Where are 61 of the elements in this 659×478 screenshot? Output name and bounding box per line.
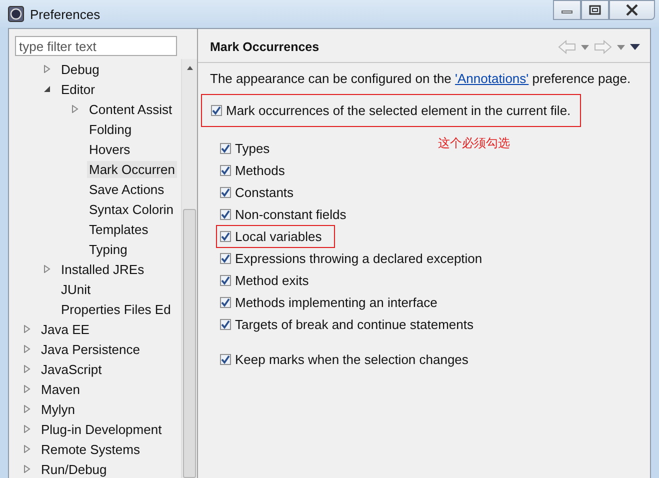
scrollbar[interactable] [181, 59, 197, 478]
dropdown-icon[interactable] [617, 44, 625, 50]
tree-item[interactable]: JavaScript [39, 360, 104, 378]
minimize-button[interactable] [553, 0, 581, 20]
checkbox-label[interactable]: Non-constant fields [235, 206, 346, 222]
checkbox[interactable] [220, 142, 231, 154]
description-text: The appearance can be configured on the 'Annotations' preference page. [210, 71, 632, 86]
maximize-icon [589, 5, 601, 15]
tree-item[interactable]: Typing [87, 240, 130, 258]
up-arrow-icon[interactable] [186, 65, 194, 71]
close-icon [625, 4, 639, 16]
checkbox[interactable] [220, 296, 231, 308]
filter-field[interactable]: type filter text [15, 36, 177, 56]
annotation-text: 这个必须勾选 [438, 135, 510, 152]
close-button[interactable] [609, 0, 655, 20]
tree-item[interactable]: Java Persistence [39, 340, 142, 358]
checkbox[interactable] [220, 274, 231, 286]
tree-item[interactable]: Installed JREs [59, 260, 146, 278]
checkbox-label[interactable]: Expressions throwing a declared exception [235, 250, 482, 266]
checkbox[interactable] [220, 318, 231, 330]
tree-item[interactable]: Remote Systems [39, 440, 142, 458]
checkbox-label[interactable]: Types [235, 140, 270, 156]
tree-item[interactable]: Plug-in Development [39, 420, 164, 438]
annotations-link[interactable]: 'Annotations' [455, 71, 529, 86]
checkbox[interactable] [220, 252, 231, 264]
tree-item[interactable]: JUnit [59, 280, 93, 298]
tree-item[interactable]: Editor [59, 80, 97, 98]
tree-item[interactable]: Templates [87, 220, 150, 238]
tree-item[interactable]: Mylyn [39, 400, 77, 418]
menu-icon[interactable] [630, 44, 640, 50]
tree-item[interactable]: Hovers [87, 140, 132, 158]
checkbox-label[interactable]: Methods [235, 162, 285, 178]
tree-item[interactable]: Save Actions [87, 180, 166, 198]
tree-item[interactable]: Syntax Colorin [87, 200, 176, 218]
tree-item[interactable]: Debug [59, 60, 102, 78]
checkbox[interactable] [220, 208, 231, 220]
app-icon [8, 6, 24, 22]
scrollbar-thumb[interactable] [183, 209, 196, 478]
maximize-button[interactable] [581, 0, 609, 20]
tree-item[interactable]: Content Assist [87, 100, 174, 118]
checkbox-label[interactable]: Constants [235, 184, 294, 200]
checkbox-label[interactable]: Local variables [235, 228, 322, 244]
tree-item[interactable]: Folding [87, 120, 134, 138]
checkbox[interactable] [220, 164, 231, 176]
tree-item[interactable]: Maven [39, 380, 82, 398]
checkbox[interactable] [220, 354, 231, 364]
checkbox-label[interactable]: Targets of break and continue statements [235, 316, 474, 332]
checkbox[interactable] [220, 186, 231, 198]
checkbox[interactable] [211, 105, 222, 116]
page-title: Mark Occurrences [210, 40, 320, 54]
dropdown-icon[interactable] [581, 44, 589, 50]
checkbox[interactable] [220, 230, 231, 242]
tree-item[interactable]: Mark Occurren [87, 160, 177, 178]
checkbox-label[interactable]: Method exits [235, 272, 309, 288]
checkbox-label[interactable]: Mark occurrences of the selected element in the current file. [226, 103, 571, 118]
tree-item[interactable]: Properties Files Ed [59, 300, 173, 318]
tree-item[interactable]: Run/Debug [39, 460, 109, 478]
tree-item[interactable]: Java EE [39, 320, 92, 338]
window-title: Preferences [30, 6, 100, 22]
checkbox-label[interactable]: Methods implementing an interface [235, 294, 438, 310]
checkbox-label[interactable]: Keep marks when the selection changes [235, 352, 468, 366]
